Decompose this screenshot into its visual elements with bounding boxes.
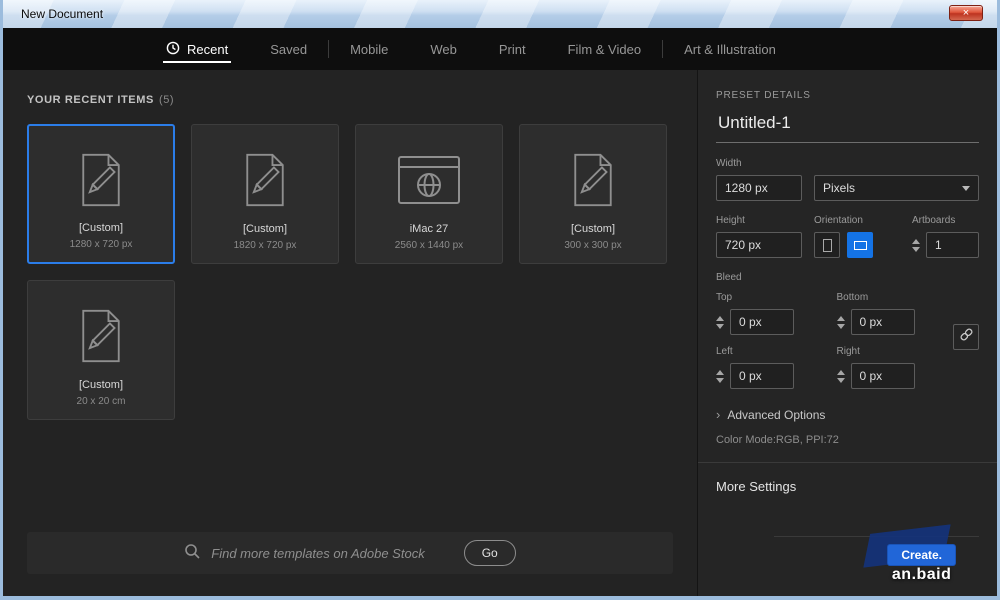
watermark-text: an.baid xyxy=(888,566,955,584)
chevron-right-icon: › xyxy=(716,407,720,422)
template-dimensions: 300 x 300 px xyxy=(564,240,621,251)
orientation-portrait-button[interactable] xyxy=(814,232,840,258)
recent-items-panel: YOUR RECENT ITEMS(5) [Custom] 1280 x 720… xyxy=(3,70,697,596)
units-dropdown[interactable]: Pixels xyxy=(814,175,979,201)
preset-details-panel: PRESET DETAILS Untitled-1 Width 1280 px … xyxy=(697,70,997,596)
panel-divider xyxy=(698,462,997,463)
template-card-custom-1820x720[interactable]: [Custom] 1820 x 720 px xyxy=(191,124,339,264)
template-name: [Custom] xyxy=(243,223,287,235)
template-name: [Custom] xyxy=(79,222,123,234)
tab-label: Web xyxy=(430,42,457,57)
template-card-custom-20x20cm[interactable]: [Custom] 20 x 20 cm xyxy=(27,280,175,420)
recent-items-heading: YOUR RECENT ITEMS(5) xyxy=(27,94,673,106)
adobe-stock-search-bar[interactable]: Find more templates on Adobe Stock Go xyxy=(27,532,673,574)
bleed-top-input[interactable]: 0 px xyxy=(730,309,794,335)
tab-label: Saved xyxy=(270,42,307,57)
bleed-link-values-button[interactable] xyxy=(953,324,979,350)
close-icon: × xyxy=(963,7,969,19)
window-title: New Document xyxy=(21,7,103,21)
tab-saved[interactable]: Saved xyxy=(249,28,328,70)
close-button[interactable]: × xyxy=(949,5,983,21)
artboards-label: Artboards xyxy=(912,215,979,226)
bleed-right-increment-arrow[interactable] xyxy=(837,370,845,375)
portrait-icon xyxy=(823,239,832,252)
bleed-top-increment-arrow[interactable] xyxy=(716,316,724,321)
bleed-label: Bleed xyxy=(716,272,943,283)
clock-icon xyxy=(166,41,180,58)
template-name: iMac 27 xyxy=(410,223,449,235)
document-pencil-icon xyxy=(570,137,616,223)
height-input[interactable]: 720 px xyxy=(716,232,802,258)
browser-globe-icon xyxy=(397,137,461,223)
bleed-left-input[interactable]: 0 px xyxy=(730,363,794,389)
template-card-custom-1280x720[interactable]: [Custom] 1280 x 720 px xyxy=(27,124,175,264)
width-label: Width xyxy=(716,158,979,169)
artboards-increment-arrow[interactable] xyxy=(912,239,920,244)
template-card-imac-27[interactable]: iMac 27 2560 x 1440 px xyxy=(355,124,503,264)
preset-details-heading: PRESET DETAILS xyxy=(716,90,979,101)
tab-mobile[interactable]: Mobile xyxy=(329,28,409,70)
template-name: [Custom] xyxy=(79,379,123,391)
more-settings-button[interactable]: More Settings xyxy=(716,479,979,494)
template-card-custom-300x300[interactable]: [Custom] 300 x 300 px xyxy=(519,124,667,264)
artboards-decrement-arrow[interactable] xyxy=(912,247,920,252)
tab-film-video[interactable]: Film & Video xyxy=(547,28,662,70)
height-label: Height xyxy=(716,215,802,226)
new-document-dialog: New Document × Recent Saved Mobile Web P… xyxy=(0,0,1000,600)
bleed-right-decrement-arrow[interactable] xyxy=(837,378,845,383)
bleed-section: Bleed Top 0 px Bottom xyxy=(716,272,979,389)
orientation-landscape-button[interactable] xyxy=(847,232,873,258)
search-icon xyxy=(184,543,200,564)
title-bar: New Document × xyxy=(3,0,997,28)
tab-print[interactable]: Print xyxy=(478,28,547,70)
tab-recent[interactable]: Recent xyxy=(145,28,249,70)
tab-art-illustration[interactable]: Art & Illustration xyxy=(663,28,797,70)
go-button[interactable]: Go xyxy=(464,540,516,566)
orientation-label: Orientation xyxy=(814,215,900,226)
bleed-top-decrement-arrow[interactable] xyxy=(716,324,724,329)
bleed-left-decrement-arrow[interactable] xyxy=(716,378,724,383)
template-grid: [Custom] 1280 x 720 px [Custom] 1820 x 7… xyxy=(27,124,673,420)
search-placeholder: Find more templates on Adobe Stock xyxy=(211,546,424,561)
document-pencil-icon xyxy=(78,293,124,379)
tab-label: Mobile xyxy=(350,42,388,57)
template-dimensions: 1280 x 720 px xyxy=(70,239,133,250)
document-pencil-icon xyxy=(78,138,124,222)
landscape-icon xyxy=(854,241,867,250)
bleed-bottom-increment-arrow[interactable] xyxy=(837,316,845,321)
bleed-top-label: Top xyxy=(716,292,823,303)
create-button[interactable]: Create. xyxy=(888,545,955,565)
tab-label: Film & Video xyxy=(568,42,641,57)
document-pencil-icon xyxy=(242,137,288,223)
link-icon xyxy=(959,327,974,347)
template-dimensions: 20 x 20 cm xyxy=(77,396,126,407)
template-name: [Custom] xyxy=(571,223,615,235)
bleed-left-increment-arrow[interactable] xyxy=(716,370,724,375)
width-input[interactable]: 1280 px xyxy=(716,175,802,201)
bleed-right-input[interactable]: 0 px xyxy=(851,363,915,389)
tab-web[interactable]: Web xyxy=(409,28,478,70)
tab-label: Recent xyxy=(187,42,228,57)
template-dimensions: 1820 x 720 px xyxy=(234,240,297,251)
document-name-field[interactable]: Untitled-1 xyxy=(716,101,979,143)
bleed-bottom-decrement-arrow[interactable] xyxy=(837,324,845,329)
bleed-left-label: Left xyxy=(716,346,823,357)
chevron-down-icon xyxy=(962,186,970,191)
template-dimensions: 2560 x 1440 px xyxy=(395,240,463,251)
tab-label: Print xyxy=(499,42,526,57)
tab-label: Art & Illustration xyxy=(684,42,776,57)
recent-items-count: (5) xyxy=(159,94,174,106)
bleed-bottom-input[interactable]: 0 px xyxy=(851,309,915,335)
color-mode-summary: Color Mode:RGB, PPI:72 xyxy=(716,434,979,446)
bleed-right-label: Right xyxy=(837,346,944,357)
main-area: YOUR RECENT ITEMS(5) [Custom] 1280 x 720… xyxy=(3,70,997,596)
artboards-input[interactable]: 1 xyxy=(926,232,979,258)
bleed-bottom-label: Bottom xyxy=(837,292,944,303)
category-tab-bar: Recent Saved Mobile Web Print Film & Vid… xyxy=(3,28,997,70)
create-area: Create. an.baid xyxy=(888,545,955,584)
advanced-options-toggle[interactable]: › Advanced Options xyxy=(716,407,979,422)
